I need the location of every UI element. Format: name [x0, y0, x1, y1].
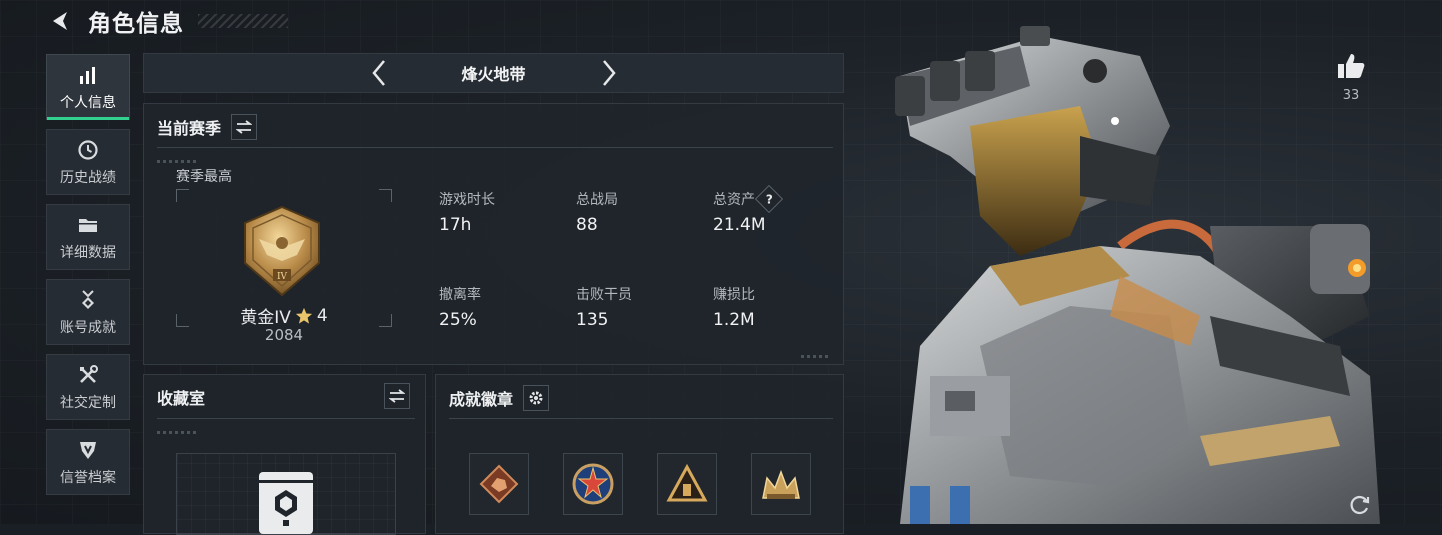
sidebar-item-credit[interactable]: 信誉档案 — [46, 429, 130, 495]
stat-profit-ratio: 赚损比 1.2M — [713, 284, 755, 330]
stat-value: 17h — [439, 215, 472, 235]
sidebar-item-label: 详细数据 — [60, 245, 116, 261]
achievements-panel: 成就徽章 — [435, 374, 844, 534]
star-icon — [295, 307, 313, 324]
divider — [449, 418, 833, 419]
sidebar-item-history[interactable]: 历史战绩 — [46, 129, 130, 195]
collection-panel-header: 收藏室 — [157, 385, 205, 409]
stat-play-time: 游戏时长 17h — [439, 189, 495, 235]
season-switch-button[interactable] — [231, 114, 258, 140]
achievement-badge[interactable] — [751, 453, 811, 515]
mode-next-button[interactable] — [594, 58, 624, 88]
stat-label: 总战局 — [576, 192, 618, 208]
rotate-icon[interactable] — [1349, 494, 1371, 516]
clock-icon — [75, 137, 101, 163]
collection-panel: 收藏室 — [143, 374, 426, 535]
dragon-badge-icon — [479, 464, 519, 504]
achievement-badge[interactable] — [469, 453, 529, 515]
sidebar-item-achievements[interactable]: 账号成就 — [46, 279, 130, 345]
mode-title: 烽火地带 — [461, 65, 526, 84]
achievement-badge[interactable] — [563, 453, 623, 515]
back-button[interactable] — [44, 6, 74, 36]
pyramid-badge-icon — [666, 464, 708, 502]
stat-value: 1.2M — [713, 310, 755, 330]
stat-extract-rate: 撤离率 25% — [439, 284, 481, 330]
switch-icon — [236, 120, 253, 134]
sidebar-item-label: 个人信息 — [60, 95, 116, 111]
svg-text:IV: IV — [277, 272, 288, 282]
title-decoration — [198, 14, 288, 28]
mode-selector: 烽火地带 — [143, 53, 844, 93]
stat-label: 击败干员 — [576, 287, 632, 303]
gear-icon — [529, 391, 543, 405]
rank-name: 黄金IV — [240, 308, 291, 328]
rank-stars: 4 — [316, 305, 328, 326]
stat-operators-defeated: 击败干员 135 — [576, 284, 632, 330]
crown-badge-icon — [762, 469, 800, 499]
decoration-dots — [157, 431, 197, 434]
stat-label: 撤离率 — [439, 287, 481, 303]
stat-label-row: 总资产 ? — [713, 184, 784, 214]
achievements-settings-button[interactable] — [523, 385, 550, 411]
sidebar-item-personal-info[interactable]: 个人信息 — [46, 54, 130, 120]
stat-total-matches: 总战局 88 — [576, 189, 618, 235]
chevron-left-icon — [372, 60, 385, 86]
season-best-label: 赛季最高 — [176, 169, 232, 185]
help-button[interactable]: ? — [754, 184, 784, 214]
season-panel: 当前赛季 赛季最高 IV 黄金IV 4 2084 游戏时长 17h 总战局 88… — [143, 103, 844, 365]
decoration-dots — [801, 355, 831, 358]
chevron-right-icon — [603, 60, 616, 86]
stat-label: 总资产 — [713, 192, 755, 208]
help-icon: ? — [765, 192, 773, 206]
sidebar-item-label: 历史战绩 — [60, 170, 116, 186]
achievements-title: 成就徽章 — [449, 390, 514, 409]
shield-icon — [75, 437, 101, 463]
divider — [157, 147, 833, 148]
like-count: 33 — [1342, 88, 1360, 103]
medal-icon — [75, 287, 101, 313]
collection-showcase[interactable] — [176, 453, 396, 535]
switch-icon — [389, 389, 405, 403]
header: 角色信息 — [44, 4, 288, 38]
decoration-dots — [157, 160, 197, 163]
sidebar-item-label: 账号成就 — [60, 320, 116, 336]
sidebar: 个人信息 历史战绩 详细数据 账号成就 社交定制 信誉档案 — [46, 54, 132, 504]
collection-title: 收藏室 — [157, 389, 206, 408]
season-panel-header: 当前赛季 — [157, 114, 258, 140]
operator-character-image — [895, 26, 1380, 524]
thumbs-up-icon[interactable] — [1336, 52, 1366, 80]
sidebar-item-detailed-data[interactable]: 详细数据 — [46, 204, 130, 270]
stat-label: 游戏时长 — [439, 192, 495, 208]
sidebar-item-social[interactable]: 社交定制 — [46, 354, 130, 420]
achievements-panel-header: 成就徽章 — [449, 385, 550, 411]
season-title: 当前赛季 — [157, 119, 222, 138]
gold-rank-emblem-icon: IV — [244, 205, 320, 297]
bar-chart-icon — [75, 62, 101, 88]
divider — [157, 418, 415, 419]
page-title: 角色信息 — [88, 11, 184, 37]
achievement-badge[interactable] — [657, 453, 717, 515]
rank-score: 2084 — [264, 326, 304, 344]
rank-name-row: 黄金IV 4 — [144, 303, 424, 329]
tools-icon — [75, 362, 101, 388]
stat-total-assets: 总资产 ? 21.4M — [713, 184, 784, 235]
folder-icon — [75, 212, 101, 238]
stat-label: 赚损比 — [713, 287, 755, 303]
star-medal-badge-icon — [572, 463, 614, 505]
collection-item-icon — [259, 472, 313, 534]
stat-value: 135 — [576, 310, 609, 330]
back-arrow-icon — [53, 12, 67, 30]
like-area: 33 — [1330, 52, 1372, 103]
stat-value: 21.4M — [713, 215, 766, 235]
stat-value: 88 — [576, 215, 598, 235]
collection-switch-button[interactable] — [384, 383, 410, 409]
mode-prev-button[interactable] — [364, 58, 394, 88]
sidebar-item-label: 社交定制 — [60, 395, 116, 411]
sidebar-item-label: 信誉档案 — [60, 470, 116, 486]
stat-value: 25% — [439, 310, 477, 330]
